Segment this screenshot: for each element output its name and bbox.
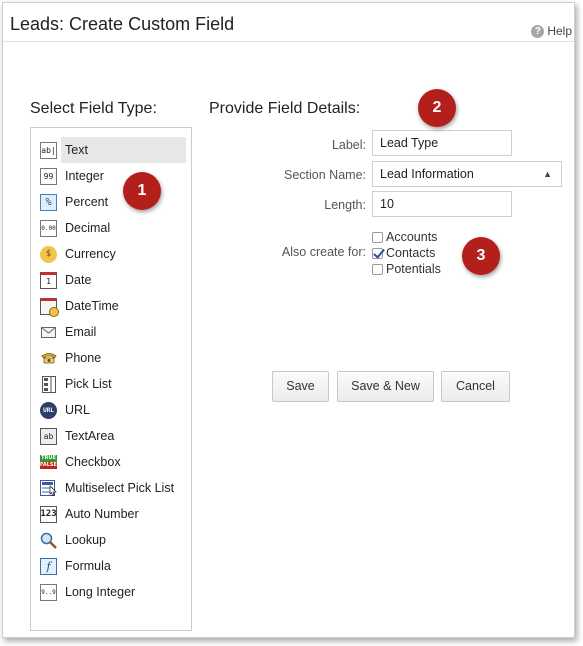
field-type-url[interactable]: URL URL — [33, 397, 186, 423]
field-type-label: Checkbox — [65, 455, 121, 469]
calendar-icon: 1 — [40, 271, 57, 289]
field-type-label: Date — [65, 273, 92, 287]
field-type-label: Decimal — [65, 221, 111, 235]
textarea-icon: ab — [40, 427, 57, 445]
accounts-label: Accounts — [386, 230, 438, 244]
integer-icon: 99 — [40, 167, 57, 185]
length-input[interactable]: 10 — [372, 191, 512, 217]
multiselect-icon — [40, 480, 57, 497]
provide-field-details-heading: Provide Field Details: — [209, 100, 361, 117]
field-type-checkbox[interactable]: TRUE FALSE Checkbox — [33, 449, 186, 475]
help-question-icon: ? — [531, 24, 545, 38]
contacts-label: Contacts — [386, 246, 436, 260]
label-field-label: Label: — [331, 138, 366, 152]
field-type-lookup[interactable]: Lookup — [33, 527, 186, 553]
field-type-email[interactable]: Email — [33, 319, 186, 345]
potentials-label: Potentials — [386, 262, 441, 276]
field-type-percent[interactable]: % Percent — [33, 189, 186, 215]
title-bar: Leads: Create Custom Field ? Help — [3, 3, 574, 42]
accounts-checkbox[interactable] — [372, 231, 383, 243]
field-type-label: Multiselect Pick List — [65, 481, 175, 495]
field-type-list: ab| Text 99 Integer % Percent 0.00 Decim… — [30, 127, 192, 631]
callout-badge-2: 2 — [418, 89, 456, 127]
select-field-type-heading: Select Field Type: — [30, 100, 157, 117]
field-type-formula[interactable]: f Formula — [33, 553, 186, 579]
field-type-picklist[interactable]: Pick List — [33, 371, 186, 397]
create-custom-field-dialog: Leads: Create Custom Field ? Help Select… — [2, 2, 575, 638]
field-type-label: Email — [65, 325, 97, 339]
auto-number-icon: 123 — [40, 505, 57, 523]
field-type-label: URL — [65, 403, 91, 417]
decimal-icon: 0.00 — [40, 219, 57, 237]
help-link[interactable]: ? Help — [531, 24, 572, 38]
field-type-label: Currency — [65, 247, 116, 261]
contacts-checkbox[interactable] — [372, 247, 383, 259]
field-type-integer[interactable]: 99 Integer — [33, 163, 186, 189]
url-globe-icon: URL — [40, 401, 57, 419]
envelope-icon — [40, 324, 57, 341]
long-integer-icon: 9..9 — [40, 583, 57, 601]
field-type-decimal[interactable]: 0.00 Decimal — [33, 215, 186, 241]
dialog-title: Leads: Create Custom Field — [10, 14, 235, 34]
currency-icon: $ — [40, 245, 57, 263]
cancel-button[interactable]: Cancel — [441, 371, 510, 402]
magnifier-icon — [40, 532, 57, 549]
field-type-label: Lookup — [65, 533, 107, 547]
field-type-label: Phone — [65, 351, 102, 365]
potentials-checkbox[interactable] — [372, 263, 383, 275]
picklist-icon — [40, 375, 57, 393]
field-type-currency[interactable]: $ Currency — [33, 241, 186, 267]
also-create-potentials[interactable]: Potentials — [372, 261, 441, 277]
length-label: Length: — [324, 198, 366, 212]
save-button[interactable]: Save — [272, 371, 329, 402]
also-create-accounts[interactable]: Accounts — [372, 229, 437, 245]
formula-icon: f — [40, 557, 57, 575]
save-and-new-button[interactable]: Save & New — [337, 371, 434, 402]
also-create-contacts[interactable]: Contacts — [372, 245, 435, 261]
field-type-label: TextArea — [65, 429, 115, 443]
field-type-multiselect-picklist[interactable]: Multiselect Pick List — [33, 475, 186, 501]
text-field-icon: ab| — [40, 141, 57, 159]
field-type-label: Text — [61, 137, 186, 163]
percent-icon: % — [40, 193, 57, 211]
field-type-label: DateTime — [65, 299, 119, 313]
field-type-auto-number[interactable]: 123 Auto Number — [33, 501, 186, 527]
field-type-label: Long Integer — [65, 585, 136, 599]
callout-badge-3: 3 — [462, 237, 500, 275]
field-type-long-integer[interactable]: 9..9 Long Integer — [33, 579, 186, 605]
section-name-label: Section Name: — [284, 168, 366, 182]
section-name-value: Lead Information — [380, 167, 474, 181]
field-type-text[interactable]: ab| Text — [33, 137, 186, 163]
field-type-label: Pick List — [65, 377, 112, 391]
field-type-date[interactable]: 1 Date — [33, 267, 186, 293]
help-label: Help — [547, 24, 572, 38]
field-type-label: Formula — [65, 559, 111, 573]
field-type-datetime[interactable]: DateTime — [33, 293, 186, 319]
label-input[interactable]: Lead Type — [372, 130, 512, 156]
also-create-for-label: Also create for: — [281, 245, 366, 259]
section-name-select[interactable]: Lead Information ▲ — [372, 161, 562, 187]
field-type-phone[interactable]: Phone — [33, 345, 186, 371]
callout-badge-1: 1 — [123, 172, 161, 210]
field-type-textarea[interactable]: ab TextArea — [33, 423, 186, 449]
select-updown-icon: ▲ — [543, 169, 552, 179]
phone-icon — [40, 350, 57, 367]
true-false-icon: TRUE FALSE — [40, 455, 57, 469]
calendar-clock-icon — [40, 297, 59, 317]
field-type-label: Auto Number — [65, 507, 139, 521]
